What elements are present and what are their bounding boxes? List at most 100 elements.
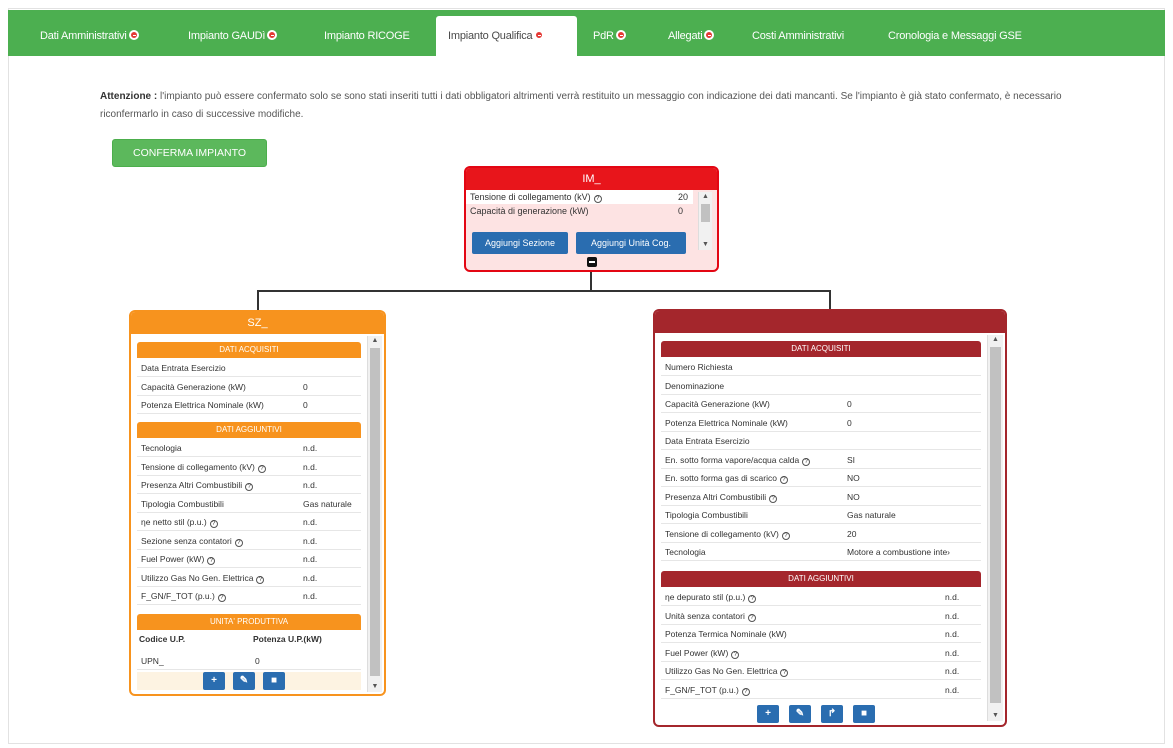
tab-dati-amministrativi[interactable]: Dati Amministrativi	[34, 16, 145, 56]
row-label: Tensione di collegamento (kV)	[665, 528, 779, 539]
scroll-thumb[interactable]	[370, 348, 380, 676]
tab-impianto-gaudi[interactable]: Impianto GAUDì	[182, 16, 283, 56]
row-value: n.d.	[303, 443, 318, 453]
edit-icon[interactable]: ✎	[789, 705, 811, 723]
tab-cronologia-messaggi[interactable]: Cronologia e Messaggi GSE	[882, 16, 1028, 56]
help-icon[interactable]: ?	[256, 575, 265, 584]
tab-allegati[interactable]: Allegati	[662, 16, 720, 56]
row-value: 0	[847, 417, 852, 428]
help-icon[interactable]: ?	[748, 595, 757, 603]
data-row: En. sotto forma vapore/acqua calda? SI	[661, 451, 981, 469]
delete-icon[interactable]: ■	[263, 672, 285, 690]
im-scrollbar[interactable]: ▲ ▼	[698, 192, 712, 250]
tab-pdr[interactable]: PdR	[587, 16, 632, 56]
move-icon[interactable]: ↱	[821, 705, 843, 723]
data-row: Unità senza contatori? n.d.	[661, 607, 981, 625]
row-value: n.d.	[945, 592, 960, 602]
row-label: Tipologia Combustibili	[141, 498, 224, 509]
acquired-data-header: DATI ACQUISITI	[661, 341, 981, 357]
help-icon[interactable]: ?	[217, 594, 226, 602]
data-row: Presenza Altri Combustibili? NO	[661, 488, 981, 506]
collapse-icon[interactable]	[587, 257, 597, 267]
scroll-up-icon[interactable]: ▲	[988, 335, 1003, 345]
edit-icon[interactable]: ✎	[233, 672, 255, 690]
delete-icon[interactable]: ■	[853, 705, 875, 723]
row-label: Potenza Termica Nominale (kW)	[665, 629, 787, 639]
row-value: n.d.	[303, 591, 318, 601]
row-value: Gas naturale	[303, 498, 352, 509]
tab-impianto-ricoge[interactable]: Impianto RICOGE	[318, 16, 416, 56]
data-row: Capacità Generazione (kW) 0	[137, 378, 361, 396]
row-label: Capacità Generazione (kW)	[141, 381, 246, 392]
data-row: Data Entrata Esercizio	[661, 432, 981, 450]
help-icon[interactable]: ?	[731, 650, 740, 659]
scroll-down-icon[interactable]: ▼	[699, 240, 712, 250]
additional-data-header: DATI AGGIUNTIVI	[661, 571, 981, 587]
row-value: n.d.	[945, 666, 960, 676]
scroll-thumb[interactable]	[990, 347, 1001, 703]
row-value: n.d.	[303, 517, 318, 527]
row-label: Potenza Elettrica Nominale (kW)	[141, 400, 264, 410]
tab-impianto-qualifica[interactable]: Impianto Qualifica	[436, 16, 577, 56]
help-icon[interactable]: ?	[780, 669, 789, 677]
help-icon[interactable]: ?	[234, 538, 243, 547]
add-unit-button[interactable]: Aggiungi Unità Cog.	[576, 232, 686, 254]
data-row: F_GN/F_TOT (p.u.)? n.d.	[661, 681, 981, 699]
row-value: n.d.	[303, 535, 318, 546]
help-icon[interactable]: ?	[245, 483, 254, 491]
help-icon[interactable]: ?	[802, 457, 811, 466]
help-icon[interactable]: ?	[779, 476, 788, 484]
row-value: n.d.	[945, 610, 960, 621]
scroll-up-icon[interactable]: ▲	[368, 336, 382, 346]
help-icon[interactable]: ?	[257, 464, 266, 473]
alert-icon	[704, 30, 715, 40]
row-label: Capacità Generazione (kW)	[665, 399, 770, 409]
row-label: Unità senza contatori	[665, 610, 745, 621]
row-value: SI	[847, 454, 856, 465]
row-label: Data Entrata Esercizio	[665, 436, 750, 446]
row-label: F_GN/F_TOT (p.u.)	[141, 591, 215, 601]
unit-power-column: Potenza U.P.(kW)	[253, 634, 322, 644]
help-icon[interactable]: ?	[209, 520, 218, 528]
help-icon[interactable]: ?	[207, 557, 216, 565]
row-label: Fuel Power (kW)	[665, 647, 729, 658]
alert-icon	[534, 30, 545, 40]
row-label: En. sotto forma gas di scarico	[665, 473, 777, 483]
data-row: ηe netto stil (p.u.)? n.d.	[137, 513, 361, 531]
impianto-node-title: IM_	[466, 168, 717, 190]
scroll-up-icon[interactable]: ▲	[699, 192, 712, 202]
tab-bar: Dati Amministrativi Impianto GAUDì Impia…	[8, 10, 1165, 56]
data-row: Data Entrata Esercizio	[137, 359, 361, 377]
scroll-thumb[interactable]	[701, 204, 710, 222]
row-value: Motore a combustione inte›	[847, 547, 950, 557]
help-icon[interactable]: ?	[741, 687, 750, 696]
row-value: n.d.	[303, 461, 318, 472]
row-label: Sezione senza contatori	[141, 535, 232, 546]
add-icon[interactable]: +	[757, 705, 779, 723]
help-icon[interactable]: ?	[593, 195, 602, 203]
sezione-node-title: SZ_	[131, 312, 384, 334]
data-row: Utilizzo Gas No Gen. Elettrica? n.d.	[137, 569, 361, 587]
unit-row[interactable]: UPN_ 0	[137, 652, 361, 670]
data-row: Potenza Termica Nominale (kW) n.d.	[661, 625, 981, 643]
data-row: Potenza Elettrica Nominale (kW) 0	[661, 414, 981, 432]
rw-scrollbar[interactable]: ▲ ▼	[987, 335, 1003, 721]
acquired-data-header: DATI ACQUISITI	[137, 342, 361, 358]
scroll-down-icon[interactable]: ▼	[988, 711, 1003, 721]
row-label: F_GN/F_TOT (p.u.)	[665, 684, 739, 695]
help-icon[interactable]: ?	[781, 531, 790, 540]
help-icon[interactable]: ?	[769, 494, 778, 503]
confirm-impianto-button[interactable]: CONFERMA IMPIANTO	[112, 139, 267, 167]
help-icon[interactable]: ?	[747, 613, 756, 622]
tab-costi-amministrativi[interactable]: Costi Amministrativi	[746, 16, 850, 56]
row-label: Tipologia Combustibili	[665, 510, 748, 520]
scroll-down-icon[interactable]: ▼	[368, 682, 382, 692]
row-value: n.d.	[303, 572, 318, 583]
alert-icon	[615, 30, 626, 40]
row-label: En. sotto forma vapore/acqua calda	[665, 454, 800, 465]
add-icon[interactable]: +	[203, 672, 225, 690]
sz-scrollbar[interactable]: ▲ ▼	[367, 336, 382, 692]
row-value: NO	[847, 473, 860, 483]
data-row: Fuel Power (kW)? n.d.	[137, 550, 361, 568]
add-section-button[interactable]: Aggiungi Sezione	[472, 232, 568, 254]
